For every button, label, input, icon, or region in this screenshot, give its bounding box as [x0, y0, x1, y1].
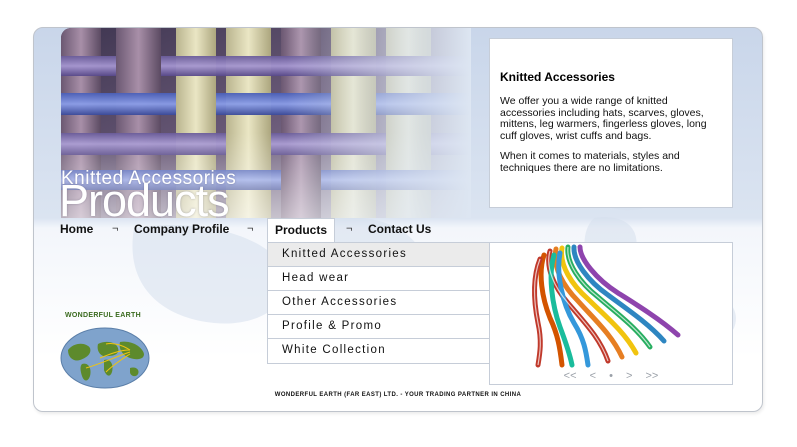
striped-scarves-image	[532, 244, 681, 368]
info-paragraph-1: We offer you a wide range of knitted acc…	[500, 95, 707, 142]
gallery-controls: << < • > >>	[490, 370, 732, 382]
nav-contact-us[interactable]: Contact Us	[368, 218, 431, 242]
nav-separator: ¬	[112, 223, 119, 235]
main-nav: Home ¬ Company Profile ¬ Products ¬ Cont…	[34, 218, 494, 243]
gallery-first-button[interactable]: <<	[564, 370, 577, 382]
wonderful-earth-logo[interactable]: WONDERFUL EARTH	[60, 312, 150, 392]
submenu-item-knitted-accessories[interactable]: Knitted Accessories	[268, 243, 489, 267]
nav-company-profile[interactable]: Company Profile	[134, 218, 229, 242]
footer-text: WONDERFUL EARTH (FAR EAST) LTD. - YOUR T…	[274, 392, 522, 398]
info-heading: Knitted Accessories	[500, 70, 615, 84]
submenu-item-other-accessories[interactable]: Other Accessories	[268, 291, 489, 315]
nav-products[interactable]: Products	[267, 218, 336, 243]
gallery-prev-button[interactable]: <	[590, 370, 596, 382]
logo-text: WONDERFUL EARTH	[65, 312, 141, 319]
submenu-item-profile-promo[interactable]: Profile & Promo	[268, 315, 489, 339]
page-frame: Knitted Accessories Products Knitted Acc…	[33, 27, 763, 412]
gallery-last-button[interactable]: >>	[645, 370, 658, 382]
submenu-item-head-wear[interactable]: Head wear	[268, 267, 489, 291]
nav-separator: ¬	[247, 223, 254, 235]
info-panel: Knitted Accessories We offer you a wide …	[489, 38, 733, 208]
hero-title: Products	[59, 175, 230, 226]
gallery-page-dot[interactable]: •	[609, 370, 613, 382]
gallery-next-button[interactable]: >	[626, 370, 632, 382]
submenu-item-white-collection[interactable]: White Collection	[268, 339, 489, 363]
products-submenu: Knitted Accessories Head wear Other Acce…	[267, 242, 490, 364]
product-gallery: << < • > >>	[489, 242, 733, 385]
info-paragraph-2: When it comes to materials, styles and t…	[500, 150, 680, 174]
nav-separator: ¬	[346, 223, 353, 235]
globe-icon	[60, 327, 150, 389]
nav-home[interactable]: Home	[60, 218, 93, 242]
